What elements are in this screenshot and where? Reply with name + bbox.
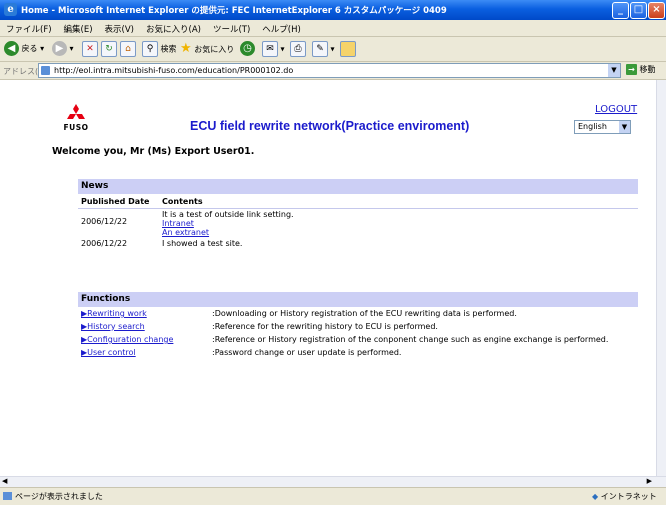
function-description: :Reference or History registration of th… bbox=[212, 335, 609, 344]
stop-button[interactable]: ✕ bbox=[82, 41, 98, 57]
column-header-date: Published Date bbox=[78, 194, 159, 209]
search-button[interactable]: ⚲ 検索 bbox=[142, 41, 177, 57]
function-description: :Password change or user update is perfo… bbox=[212, 348, 402, 357]
scroll-left-icon[interactable]: ◀ bbox=[2, 477, 7, 485]
search-icon: ⚲ bbox=[142, 41, 158, 57]
back-button[interactable]: ◀ 戻る ▾ bbox=[4, 41, 44, 57]
news-date: 2006/12/22 bbox=[81, 239, 128, 248]
back-label: 戻る bbox=[21, 44, 38, 53]
address-input[interactable]: http://eol.intra.mitsubishi-fuso.com/edu… bbox=[38, 63, 621, 78]
status-bar: ページが表示されました ◆ イントラネット bbox=[0, 487, 666, 505]
mail-icon: ✉ bbox=[262, 41, 278, 57]
horizontal-scrollbar[interactable]: ◀ ▶ bbox=[0, 476, 666, 487]
news-table: Published Date Contents 2006/12/22 It is… bbox=[78, 194, 638, 249]
print-icon: ⎙ bbox=[290, 41, 306, 57]
search-label: 検索 bbox=[160, 44, 177, 54]
page-content: FUSO ECU field rewrite network(Practice … bbox=[0, 80, 656, 476]
news-contents: It is a test of outside link setting. In… bbox=[159, 209, 638, 239]
forward-arrow-icon: ▶ bbox=[52, 41, 67, 56]
go-label: 移動 bbox=[639, 65, 656, 74]
edit-icon: ✎ bbox=[312, 41, 328, 57]
close-button[interactable]: × bbox=[648, 2, 665, 19]
minimize-button[interactable]: _ bbox=[612, 2, 629, 19]
functions-heading: Functions bbox=[78, 292, 638, 307]
functions-section: Functions ▶Rewriting work :Downloading o… bbox=[78, 292, 638, 359]
function-description: :Reference for the rewriting history to … bbox=[212, 322, 438, 331]
rewriting-work-link[interactable]: ▶Rewriting work bbox=[81, 309, 147, 318]
status-text: ページが表示されました bbox=[15, 492, 103, 501]
language-select[interactable]: English ▼ bbox=[574, 120, 631, 134]
star-icon: ★ bbox=[180, 41, 192, 56]
user-control-link[interactable]: ▶User control bbox=[81, 348, 136, 357]
column-header-contents: Contents bbox=[159, 194, 638, 209]
page-status-icon bbox=[3, 492, 12, 500]
intranet-link[interactable]: Intranet bbox=[162, 219, 635, 228]
address-url: http://eol.intra.mitsubishi-fuso.com/edu… bbox=[54, 66, 294, 75]
mail-button[interactable]: ✉ ▾ bbox=[262, 41, 285, 57]
address-dropdown-icon[interactable]: ▼ bbox=[608, 64, 620, 77]
menu-edit[interactable]: 編集(E) bbox=[58, 20, 99, 35]
browser-toolbar: ◀ 戻る ▾ ▶ ▾ ✕ ↻ ⌂ ⚲ 検索 ★ お気に入り ◷ ✉ ▾ ⎙ ✎ … bbox=[0, 37, 666, 62]
network-icon: ◆ bbox=[592, 492, 599, 501]
function-row: ▶Configuration change :Reference or Hist… bbox=[78, 333, 638, 346]
configuration-change-link[interactable]: ▶Configuration change bbox=[81, 335, 173, 344]
home-button[interactable]: ⌂ bbox=[120, 41, 136, 57]
news-date: 2006/12/22 bbox=[81, 217, 128, 226]
page-title: ECU field rewrite network(Practice envir… bbox=[190, 119, 470, 133]
logout-link[interactable]: LOGOUT bbox=[595, 104, 637, 115]
stop-icon: ✕ bbox=[82, 41, 98, 57]
menu-view[interactable]: 表示(V) bbox=[99, 20, 140, 35]
print-button[interactable]: ⎙ bbox=[290, 41, 306, 57]
refresh-icon: ↻ bbox=[101, 41, 117, 57]
folder-icon bbox=[340, 41, 356, 57]
favorites-button[interactable]: ★ お気に入り bbox=[180, 41, 234, 57]
table-row: 2006/12/22 I showed a test site. bbox=[78, 238, 638, 249]
news-header-row: Published Date Contents bbox=[78, 194, 638, 209]
language-value: English bbox=[578, 122, 607, 131]
menu-bar: ファイル(F) 編集(E) 表示(V) お気に入り(A) ツール(T) ヘルプ(H) bbox=[0, 20, 666, 37]
forward-button[interactable]: ▶ ▾ bbox=[52, 41, 74, 57]
news-section: News Published Date Contents 2006/12/22 … bbox=[78, 179, 638, 249]
news-heading: News bbox=[78, 179, 638, 194]
page-icon bbox=[41, 66, 50, 75]
mitsubishi-logo-icon bbox=[67, 104, 85, 119]
history-icon: ◷ bbox=[240, 41, 255, 56]
security-zone: ◆ イントラネット bbox=[592, 491, 657, 502]
function-description: :Downloading or History registration of … bbox=[212, 309, 517, 318]
menu-file[interactable]: ファイル(F) bbox=[0, 20, 58, 35]
address-bar: アドレス(D) http://eol.intra.mitsubishi-fuso… bbox=[0, 62, 666, 80]
back-arrow-icon: ◀ bbox=[4, 41, 19, 56]
news-text: It is a test of outside link setting. bbox=[162, 210, 294, 219]
function-row: ▶History search :Reference for the rewri… bbox=[78, 320, 638, 333]
refresh-button[interactable]: ↻ bbox=[101, 41, 117, 57]
menu-help[interactable]: ヘルプ(H) bbox=[256, 20, 307, 35]
window-title: Home - Microsoft Internet Explorer の提供元:… bbox=[21, 6, 447, 16]
ie-logo-icon: e bbox=[4, 3, 17, 16]
home-icon: ⌂ bbox=[120, 41, 136, 57]
chevron-down-icon: ▼ bbox=[619, 121, 630, 133]
go-button[interactable]: → 移動 bbox=[626, 64, 656, 75]
function-row: ▶Rewriting work :Downloading or History … bbox=[78, 307, 638, 320]
table-row: 2006/12/22 It is a test of outside link … bbox=[78, 209, 638, 239]
zone-label: イントラネット bbox=[600, 492, 657, 501]
favorites-label: お気に入り bbox=[194, 45, 235, 54]
go-arrow-icon: → bbox=[626, 64, 637, 75]
vertical-scrollbar[interactable] bbox=[656, 80, 666, 476]
company-logo: FUSO bbox=[58, 104, 94, 132]
welcome-message: Welcome you, Mr (Ms) Export User01. bbox=[52, 146, 255, 157]
scroll-right-icon[interactable]: ▶ bbox=[647, 477, 652, 485]
function-row: ▶User control :Password change or user u… bbox=[78, 346, 638, 359]
history-search-link[interactable]: ▶History search bbox=[81, 322, 145, 331]
extranet-link[interactable]: An extranet bbox=[162, 228, 635, 237]
window-titlebar: e Home - Microsoft Internet Explorer の提供… bbox=[0, 0, 666, 20]
brand-name: FUSO bbox=[63, 123, 89, 132]
history-button[interactable]: ◷ bbox=[240, 41, 255, 57]
maximize-button[interactable]: □ bbox=[630, 2, 647, 19]
news-text: I showed a test site. bbox=[162, 239, 243, 248]
folder-button[interactable] bbox=[340, 41, 356, 57]
edit-button[interactable]: ✎ ▾ bbox=[312, 41, 335, 57]
menu-favorites[interactable]: お気に入り(A) bbox=[140, 20, 207, 35]
menu-tools[interactable]: ツール(T) bbox=[207, 20, 256, 35]
